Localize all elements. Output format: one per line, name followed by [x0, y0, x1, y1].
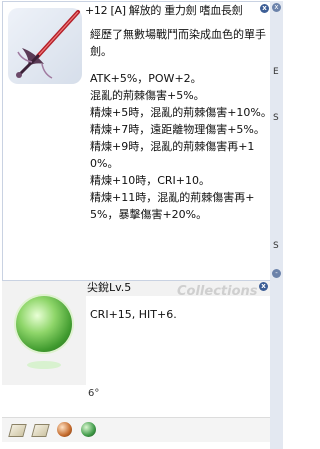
card-slot-icon[interactable] — [8, 424, 27, 437]
desc-line: 精煉+5時，混亂的荊棘傷害+10%。 — [90, 106, 272, 119]
desc-line: ATK+5%，POW+2。 — [90, 72, 202, 85]
desc-line: 經歷了無數場戰鬥而染成血色的單手劍。 — [90, 28, 266, 58]
strip-minus-icon[interactable]: - — [272, 269, 281, 278]
card-slot-bar — [2, 417, 270, 442]
card-slot-icon[interactable] — [31, 424, 50, 437]
desc-line: 精煉+9時，混亂的荊棘傷害再+10%。 — [90, 140, 255, 170]
card-effect-panel: CRI+15, HIT+6. — [86, 296, 270, 385]
item-info-window: +12 [A] 解放的 重力劍 嗜血長劍 x 經歷了無數場戰鬥而染成血色的單手劍… — [2, 1, 272, 281]
card-title-row: 尖銳Lv.5 Collections x — [2, 281, 270, 299]
item-close-button[interactable]: x — [260, 4, 269, 13]
desc-line: 精煉+10時，CRI+10。 — [90, 174, 210, 187]
item-description: 經歷了無數場戰鬥而染成血色的單手劍。 ATK+5%，POW+2。 混亂的荊棘傷害… — [90, 26, 276, 223]
item-title: +12 [A] 解放的 重力劍 嗜血長劍 — [85, 4, 243, 17]
orb-shadow — [27, 361, 61, 369]
card-info-window: 尖銳Lv.5 Collections x CRI+15, HIT+6. — [2, 280, 270, 385]
sword-item-image — [8, 8, 82, 84]
card-effect-text: CRI+15, HIT+6. — [90, 308, 177, 321]
strip-letter: S — [273, 241, 279, 251]
desc-line: 精煉+11時，混亂的荊棘傷害再+5%，暴擊傷害+20%。 — [90, 191, 255, 221]
card-close-button[interactable]: x — [259, 282, 268, 291]
card-name: 尖銳Lv.5 — [87, 281, 132, 294]
strip-letter: E — [273, 67, 279, 77]
green-orb-image — [16, 296, 72, 352]
desc-line: 精煉+7時，遠距離物理傷害+5%。 — [90, 123, 265, 136]
strip-close-icon[interactable]: x — [272, 3, 281, 12]
desc-line: 混亂的荊棘傷害+5%。 — [90, 89, 205, 102]
orange-orb-icon[interactable] — [57, 422, 72, 437]
sword-icon — [16, 10, 80, 79]
green-orb-icon[interactable] — [81, 422, 96, 437]
footer-text: 6° — [88, 388, 100, 399]
strip-letter: S — [273, 113, 279, 123]
side-scroll-strip[interactable]: x E S S - — [270, 1, 283, 449]
